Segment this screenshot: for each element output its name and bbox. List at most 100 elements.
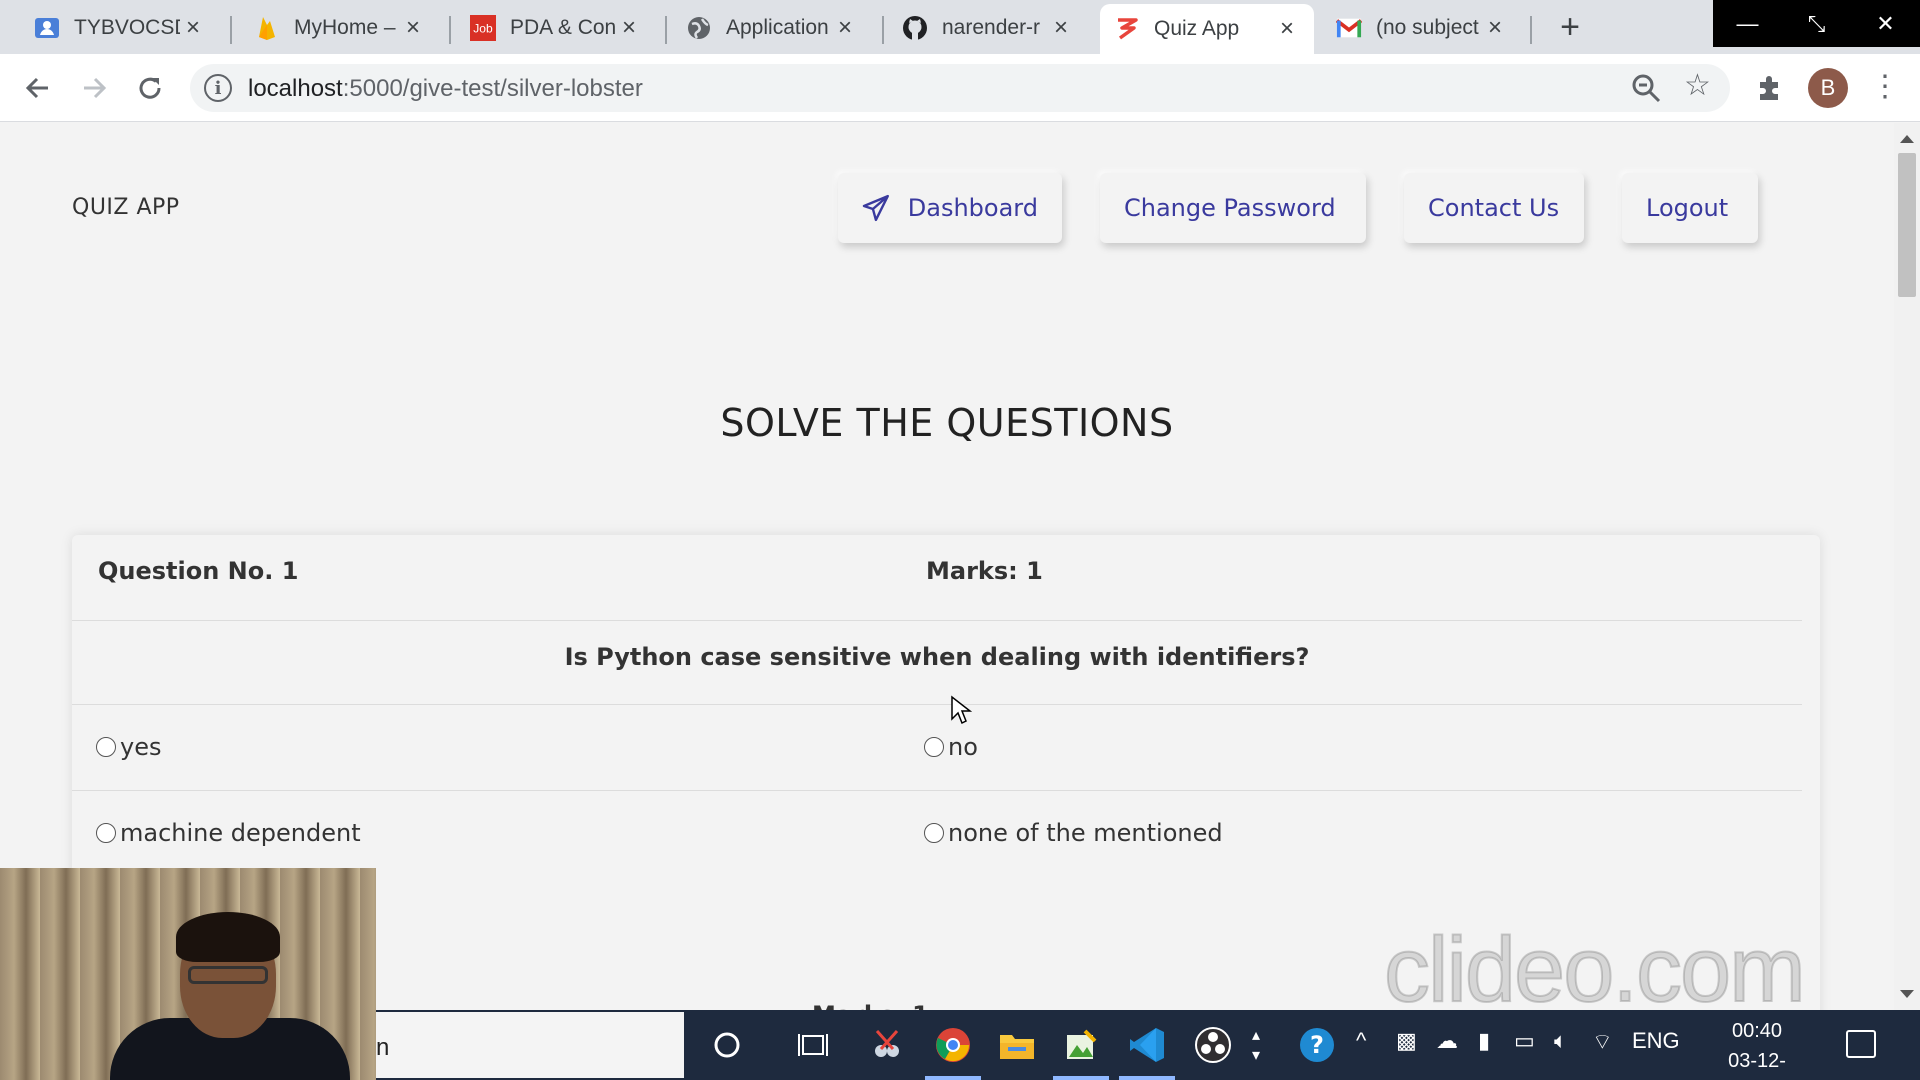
radio-button[interactable] xyxy=(96,737,116,757)
globe-icon xyxy=(686,15,712,41)
volume-icon[interactable]: 🔈︎ xyxy=(1554,1028,1567,1054)
arrow-right-icon xyxy=(84,77,107,99)
search-text: n xyxy=(376,1034,390,1061)
notification-center-icon[interactable] xyxy=(1846,1030,1876,1058)
tab-title: Quiz App xyxy=(1154,17,1240,40)
forward-button[interactable] xyxy=(74,68,114,108)
clock-time: 00:40 xyxy=(1731,1020,1783,1042)
back-button[interactable] xyxy=(18,68,58,108)
reload-button[interactable] xyxy=(130,68,170,108)
tray-chevron-icon[interactable]: ^ xyxy=(1356,1028,1366,1054)
bookmark-star-icon[interactable]: ☆ xyxy=(1684,68,1711,103)
obs-icon[interactable] xyxy=(1192,1024,1234,1066)
tab-application[interactable]: Application × xyxy=(672,6,872,50)
tab-gmail[interactable]: (no subject × xyxy=(1322,6,1522,50)
url-path: :5000/give-test/silver-lobster xyxy=(342,75,643,102)
tab-title: narender-r xyxy=(942,16,1041,39)
scroll-up-arrow-icon[interactable] xyxy=(1900,135,1914,143)
option-label: yes xyxy=(120,733,162,761)
scroll-down-arrow-icon[interactable] xyxy=(1900,990,1914,998)
tab-tybvocsd[interactable]: TYBVOCSD × xyxy=(20,6,220,50)
paper-plane-icon xyxy=(862,194,889,222)
new-tab-button[interactable]: + xyxy=(1554,10,1586,44)
nav-dashboard-button[interactable]: Dashboard xyxy=(838,173,1062,243)
option-label: machine dependent xyxy=(120,819,361,847)
nav-change-password-label: Change Password xyxy=(1124,194,1336,222)
webcam-overlay xyxy=(0,868,376,1080)
option-none-of-the-mentioned[interactable]: none of the mentioned xyxy=(924,819,1223,847)
reload-icon xyxy=(139,77,161,99)
radio-button[interactable] xyxy=(96,823,116,843)
radio-button[interactable] xyxy=(924,737,944,757)
question-text: Is Python case sensitive when dealing wi… xyxy=(564,643,1310,671)
chrome-active-indicator xyxy=(925,1076,981,1080)
windows-taskbar: n ▴▾ ? ^ ▩ ☁ ▮ ▭ 🔈︎ ⌔ ENG 00:40 03-12-20… xyxy=(376,1010,1920,1080)
nav-dashboard-label: Dashboard xyxy=(907,194,1038,222)
scrollbar-thumb[interactable] xyxy=(1898,153,1916,297)
close-icon[interactable]: × xyxy=(1274,15,1300,43)
close-icon[interactable]: × xyxy=(832,14,858,42)
tab-quiz-app[interactable]: Quiz App × xyxy=(1100,4,1314,54)
options-row-2: machine dependent none of the mentioned xyxy=(72,791,1802,877)
paint-active-indicator xyxy=(1053,1076,1109,1080)
radio-button[interactable] xyxy=(924,823,944,843)
github-icon xyxy=(902,15,928,41)
url-text[interactable]: localhost:5000/give-test/silver-lobster xyxy=(248,75,643,103)
usb-device-icon[interactable]: ▮ xyxy=(1478,1028,1490,1054)
restore-button[interactable]: ⤡ xyxy=(1782,0,1851,47)
wifi-icon[interactable]: ⌔ xyxy=(1592,1028,1613,1056)
site-info-icon[interactable]: i xyxy=(204,74,232,102)
extensions-icon[interactable] xyxy=(1754,72,1786,104)
zoom-icon[interactable] xyxy=(1630,72,1662,104)
window-controls: — ⤡ ✕ xyxy=(1713,0,1920,47)
nav-contact-us-button[interactable]: Contact Us xyxy=(1404,173,1584,243)
taskbar-scroll-arrows-icon[interactable]: ▴ ▾ xyxy=(1246,1024,1266,1066)
help-icon[interactable]: ? xyxy=(1296,1024,1338,1066)
profile-avatar[interactable]: B xyxy=(1808,68,1848,108)
minimize-button[interactable]: — xyxy=(1713,0,1782,47)
mouse-cursor-icon xyxy=(951,695,972,725)
battery-icon[interactable]: ▭ xyxy=(1514,1028,1535,1054)
tab-title: TYBVOCSD xyxy=(74,16,180,39)
close-window-button[interactable]: ✕ xyxy=(1851,0,1920,47)
page-scrollbar[interactable] xyxy=(1894,123,1920,1010)
language-indicator[interactable]: ENG xyxy=(1632,1028,1680,1054)
app-brand[interactable]: QUIZ APP xyxy=(72,195,180,220)
vscode-icon[interactable] xyxy=(1126,1024,1168,1066)
close-icon[interactable]: × xyxy=(616,14,642,42)
tab-separator xyxy=(1530,16,1532,44)
next-question-marks: Marks: 1 xyxy=(812,1001,929,1010)
paint-icon[interactable] xyxy=(1060,1024,1102,1066)
menu-kebab-icon[interactable]: ⋮ xyxy=(1870,68,1900,108)
option-yes[interactable]: yes xyxy=(96,733,161,761)
nav-logout-label: Logout xyxy=(1646,194,1729,222)
page-title: SOLVE THE QUESTIONS xyxy=(720,401,1174,445)
tab-github[interactable]: narender-r × xyxy=(888,6,1088,50)
onedrive-cloud-icon[interactable]: ☁ xyxy=(1436,1028,1458,1054)
taskbar-clock[interactable]: 00:40 03-12-2020 xyxy=(1712,1016,1802,1080)
option-label: no xyxy=(948,733,978,761)
close-icon[interactable]: × xyxy=(1482,14,1508,42)
task-view-icon[interactable] xyxy=(792,1024,834,1066)
nav-logout-button[interactable]: Logout xyxy=(1622,173,1758,243)
meet-now-icon[interactable]: ▩ xyxy=(1396,1028,1417,1054)
option-machine-dependent[interactable]: machine dependent xyxy=(96,819,361,847)
tab-title: (no subject xyxy=(1376,16,1479,39)
tab-separator xyxy=(230,16,232,44)
cortana-icon[interactable] xyxy=(706,1024,748,1066)
watermark: clideo.com xyxy=(1383,918,1807,1022)
snipping-tool-icon[interactable] xyxy=(866,1024,908,1066)
close-icon[interactable]: × xyxy=(400,14,426,42)
address-bar[interactable]: i localhost:5000/give-test/silver-lobste… xyxy=(190,64,1730,112)
question-header: Question No. 1 Marks: 1 xyxy=(72,535,1802,621)
tab-pda[interactable]: Job PDA & Con × xyxy=(456,6,656,50)
option-no[interactable]: no xyxy=(924,733,978,761)
chrome-icon[interactable] xyxy=(932,1024,974,1066)
close-icon[interactable]: × xyxy=(1048,14,1074,42)
webcam-person-hair xyxy=(176,912,280,962)
taskbar-search-box[interactable]: n xyxy=(376,1012,684,1078)
close-icon[interactable]: × xyxy=(180,14,206,42)
file-explorer-icon[interactable] xyxy=(996,1024,1038,1066)
nav-change-password-button[interactable]: Change Password xyxy=(1100,173,1366,243)
tab-myhome[interactable]: MyHome – × xyxy=(240,6,440,50)
